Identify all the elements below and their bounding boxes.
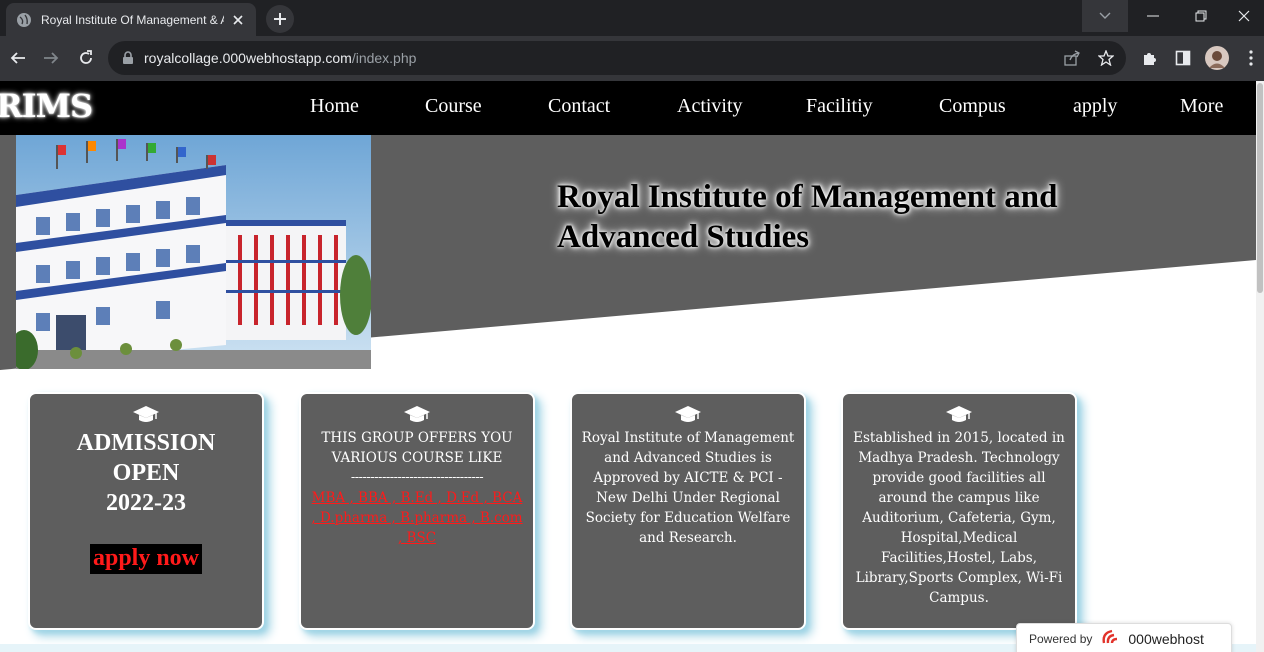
- url-text: royalcollage.000webhostapp.com/index.php: [144, 50, 416, 66]
- graduation-cap-icon: [301, 404, 533, 428]
- reload-button[interactable]: [72, 44, 100, 72]
- minimize-icon: [1147, 15, 1159, 17]
- url-path: /index.php: [351, 50, 417, 66]
- page-scrollbar[interactable]: [1256, 81, 1264, 652]
- campus-building-image: [16, 135, 371, 369]
- reload-icon: [80, 50, 92, 64]
- courses-divider: ----------------------------------: [350, 470, 484, 485]
- powered-by-label: Powered by: [1029, 632, 1093, 646]
- arrow-right-icon: [44, 52, 59, 64]
- globe-icon: [16, 12, 32, 28]
- apply-now-button[interactable]: apply now: [89, 544, 203, 574]
- lock-icon: [123, 51, 133, 64]
- close-window-button[interactable]: [1224, 0, 1264, 32]
- established-card: Established in 2015, located in Madhya P…: [841, 392, 1077, 630]
- url-domain: royalcollage.000webhostapp.com: [144, 50, 352, 66]
- tab-close-icon[interactable]: [230, 12, 246, 28]
- profile-avatar[interactable]: [1205, 46, 1229, 70]
- hero-title-line2: Advanced Studies: [557, 219, 810, 255]
- graduation-cap-icon: [572, 404, 804, 428]
- admission-line2: OPEN: [112, 460, 180, 486]
- arrow-left-icon: [10, 52, 25, 64]
- minimize-button[interactable]: [1130, 0, 1176, 32]
- restore-button[interactable]: [1178, 0, 1224, 32]
- hero-title: Royal Institute of Management and Advanc…: [557, 177, 1117, 257]
- chevron-down-icon: [1099, 12, 1111, 19]
- browser-tab-strip: Royal Institute Of Management & Advanced…: [0, 0, 1264, 36]
- bookmark-star-icon[interactable]: [1097, 49, 1115, 67]
- brand-name: 000webhost: [1128, 631, 1204, 647]
- approval-card: Royal Institute of Management and Advanc…: [570, 392, 806, 630]
- courses-intro: THIS GROUP OFFERS YOU VARIOUS COURSE LIK…: [321, 430, 513, 466]
- admission-heading: ADMISSION OPEN 2022-23: [30, 428, 262, 518]
- approval-text: Royal Institute of Management and Advanc…: [581, 430, 795, 546]
- restore-icon: [1195, 10, 1207, 22]
- admission-line1: ADMISSION: [76, 430, 216, 456]
- courses-card: THIS GROUP OFFERS YOU VARIOUS COURSE LIK…: [299, 392, 535, 630]
- graduation-cap-icon: [30, 404, 262, 428]
- more-vert-icon[interactable]: [1239, 46, 1263, 70]
- side-panel-icon[interactable]: [1171, 46, 1195, 70]
- back-button[interactable]: [4, 44, 32, 72]
- 000webhost-logo-icon: [1100, 627, 1124, 652]
- courses-list-link[interactable]: MBA , BBA , B.Ed , D.Ed , BCA , D.pharma…: [301, 488, 533, 548]
- tab-title: Royal Institute Of Management & Advanced…: [41, 12, 224, 27]
- hero-title-line1: Royal Institute of Management and: [557, 179, 1058, 215]
- new-tab-button[interactable]: [266, 5, 294, 33]
- extensions-puzzle-icon[interactable]: [1138, 46, 1162, 70]
- graduation-cap-icon: [843, 404, 1075, 428]
- admission-line3: 2022-23: [106, 490, 186, 516]
- tab-search-button[interactable]: [1082, 0, 1128, 32]
- close-icon: [1238, 10, 1250, 22]
- powered-by-badge[interactable]: Powered by 000webhost: [1016, 623, 1232, 652]
- share-icon[interactable]: [1063, 49, 1081, 67]
- browser-tab[interactable]: Royal Institute Of Management & Advanced…: [6, 3, 256, 36]
- page-viewport: RIMS Home Course Contact Activity Facili…: [0, 81, 1256, 652]
- browser-toolbar: royalcollage.000webhostapp.com/index.php: [0, 36, 1264, 81]
- admission-card: ADMISSION OPEN 2022-23 apply now: [28, 392, 264, 630]
- address-bar[interactable]: royalcollage.000webhostapp.com/index.php: [108, 41, 1126, 75]
- forward-button[interactable]: [37, 44, 65, 72]
- established-text: Established in 2015, located in Madhya P…: [853, 430, 1065, 606]
- scrollbar-thumb[interactable]: [1257, 83, 1263, 293]
- plus-icon: [274, 13, 286, 25]
